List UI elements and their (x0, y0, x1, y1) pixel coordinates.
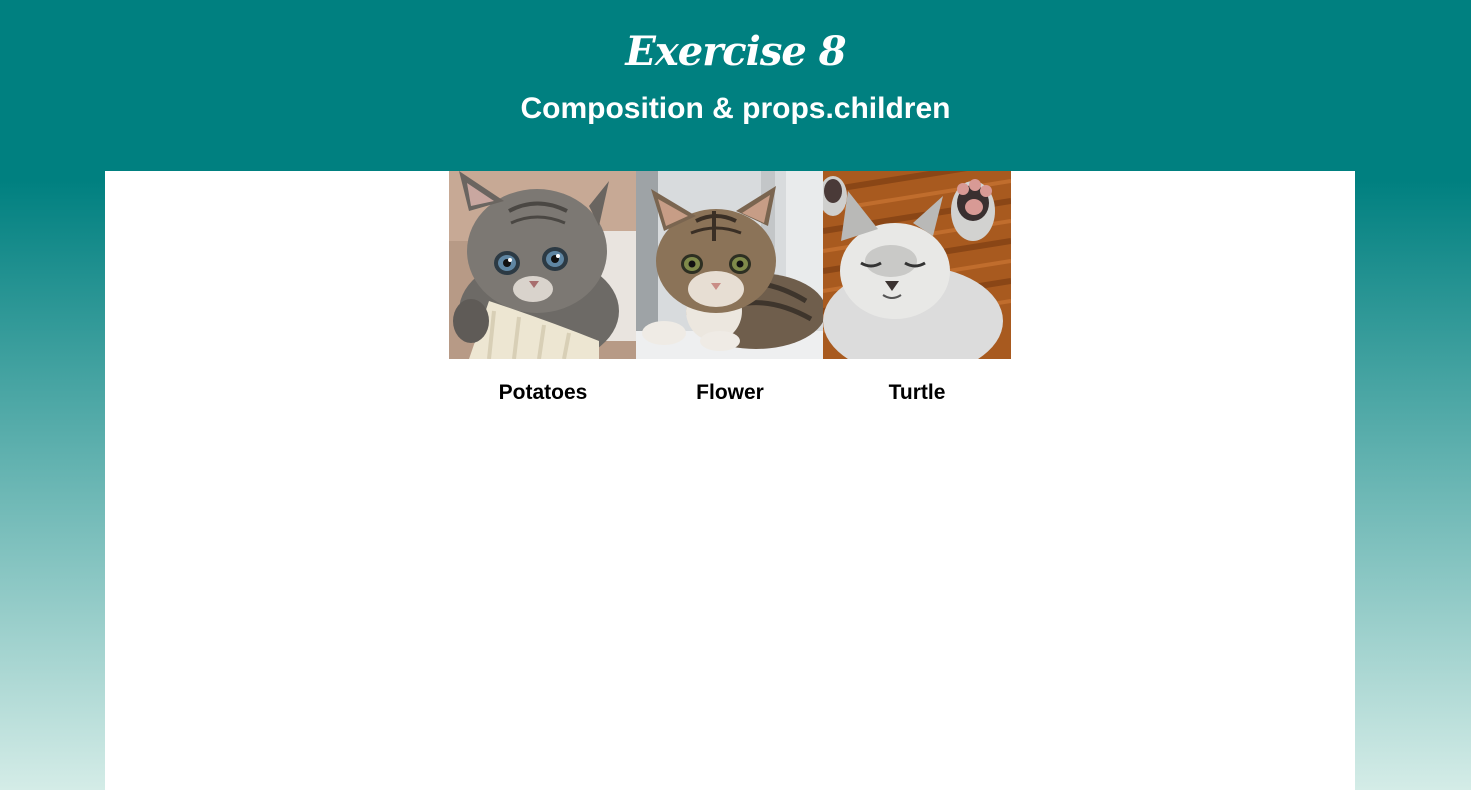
cat-name: Turtle (888, 381, 946, 404)
page-header: Exercise 8 Composition & props.children (0, 0, 1471, 171)
cat-photo (636, 171, 824, 359)
kitten-tabby-photo (636, 171, 824, 359)
content-panel: Potatoes Flower Turtle (105, 171, 1355, 790)
cat-name: Flower (696, 381, 764, 404)
kitten-gray-fluffy-photo (449, 171, 637, 359)
cat-name: Potatoes (498, 381, 588, 404)
cat-gallery: Potatoes Flower Turtle (449, 171, 1011, 421)
kitten-white-sleeping-photo (823, 171, 1011, 359)
page-subtitle: Composition & props.children (520, 92, 951, 125)
cat-card: Turtle (823, 171, 1011, 421)
page-title: Exercise 8 (625, 28, 846, 75)
cat-photo (823, 171, 1011, 359)
cat-photo (449, 171, 637, 359)
cat-card: Potatoes (449, 171, 637, 421)
cat-card: Flower (636, 171, 824, 421)
